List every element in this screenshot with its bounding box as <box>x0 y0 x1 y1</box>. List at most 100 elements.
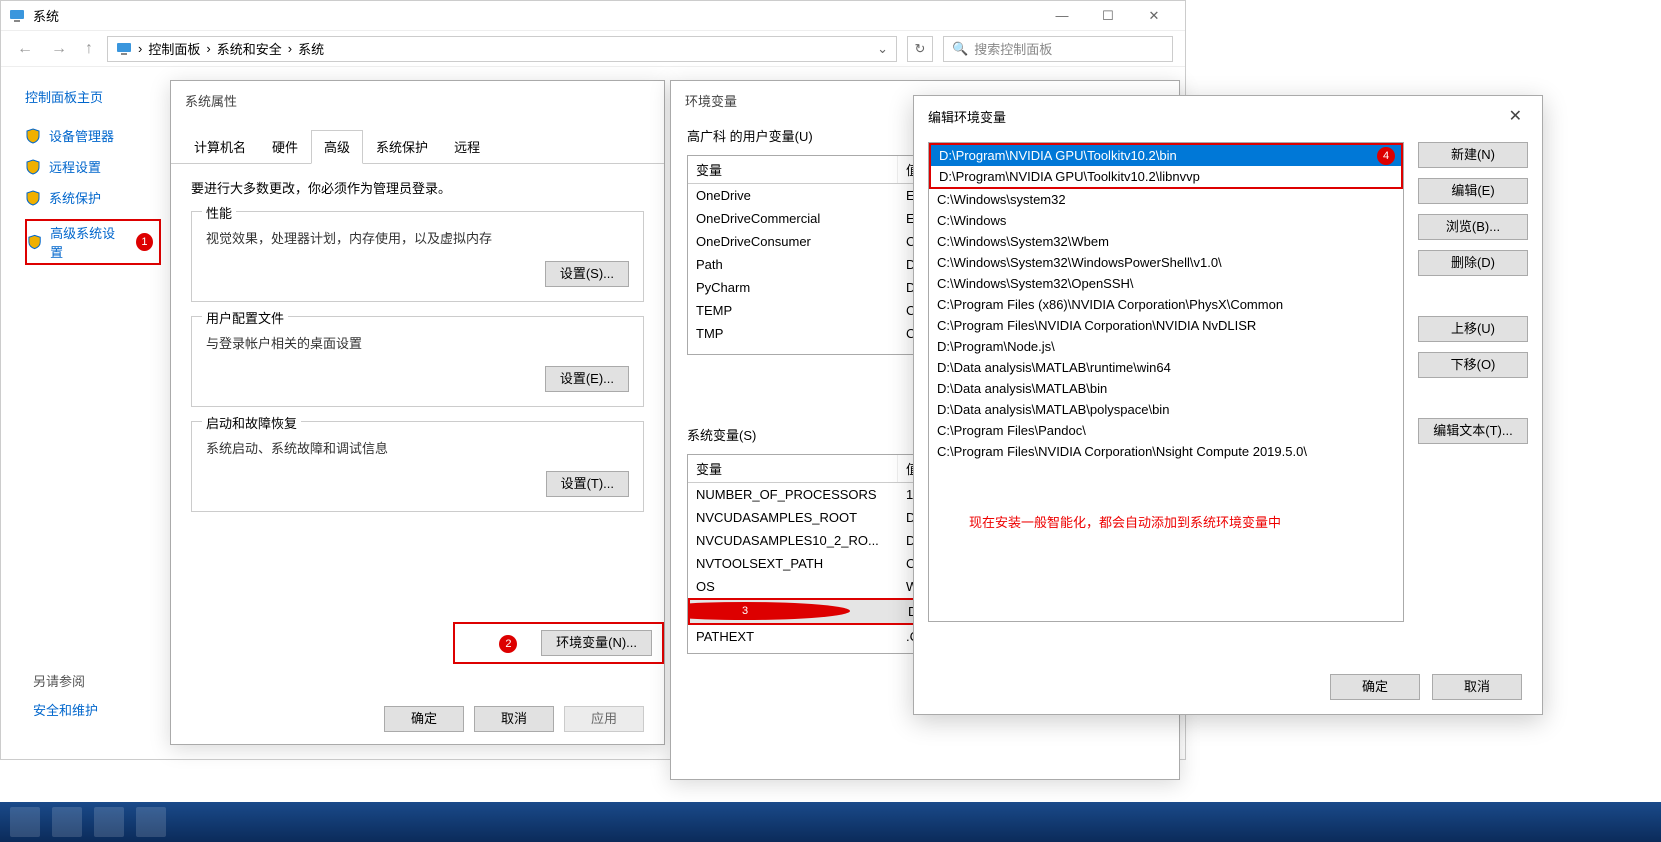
sidebar-title[interactable]: 控制面板主页 <box>25 87 171 106</box>
crumb-sep: › <box>206 41 210 56</box>
see-also: 另请参阅 安全和维护 <box>33 671 98 719</box>
shield-icon <box>25 190 41 206</box>
cancel-button[interactable]: 取消 <box>1432 674 1522 700</box>
crumb-sep: › <box>138 41 142 56</box>
search-input[interactable]: 🔍 搜索控制面板 <box>943 36 1173 62</box>
tab-protection[interactable]: 系统保护 <box>363 130 441 163</box>
ok-button[interactable]: 确定 <box>1330 674 1420 700</box>
var-name: OneDriveCommercial <box>688 209 898 228</box>
group-user-profile: 用户配置文件 与登录帐户相关的桌面设置 设置(E)... <box>191 316 644 407</box>
refresh-button[interactable]: ↻ <box>907 36 933 62</box>
tab-computer-name[interactable]: 计算机名 <box>181 130 259 163</box>
var-name: OneDriveConsumer <box>688 232 898 251</box>
path-item[interactable]: D:\Program\NVIDIA GPU\Toolkitv10.2\libnv… <box>931 166 1401 187</box>
admin-note: 要进行大多数更改，你必须作为管理员登录。 <box>191 178 644 197</box>
env-vars-button[interactable]: 环境变量(N)... <box>541 630 652 656</box>
close-button[interactable]: ✕ <box>1503 106 1528 126</box>
sidebar-item-label: 高级系统设置 <box>50 223 124 261</box>
group-desc: 与登录帐户相关的桌面设置 <box>206 333 629 352</box>
tab-hardware[interactable]: 硬件 <box>259 130 311 163</box>
shield-icon <box>27 234 42 250</box>
taskbar-item[interactable] <box>52 807 82 837</box>
computer-icon <box>116 41 132 57</box>
path-list[interactable]: D:\Program\NVIDIA GPU\Toolkitv10.2\bin D… <box>928 142 1404 622</box>
dialog-title: 编辑环境变量 ✕ <box>914 96 1542 136</box>
edit-env-var-dialog: 编辑环境变量 ✕ D:\Program\NVIDIA GPU\Toolkitv1… <box>913 95 1543 715</box>
annotation-2: 2 <box>499 635 517 653</box>
address-bar: ← → ↑ › 控制面板 › 系统和安全 › 系统 ⌄ ↻ 🔍 搜索控制面板 <box>1 31 1185 67</box>
move-down-button[interactable]: 下移(O) <box>1418 352 1528 378</box>
settings-button-s[interactable]: 设置(S)... <box>545 261 629 287</box>
move-up-button[interactable]: 上移(U) <box>1418 316 1528 342</box>
path-item[interactable]: D:\Data analysis\MATLAB\polyspace\bin <box>929 399 1403 420</box>
sidebar-item-device-manager[interactable]: 设备管理器 <box>25 126 171 145</box>
tab-remote[interactable]: 远程 <box>441 130 493 163</box>
shield-icon <box>25 159 41 175</box>
var-name: Path <box>688 255 898 274</box>
ok-button[interactable]: 确定 <box>384 706 464 732</box>
annotation-4: 4 <box>1377 147 1395 165</box>
crumb-item[interactable]: 系统和安全 <box>217 39 282 58</box>
path-item[interactable]: D:\Data analysis\MATLAB\bin <box>929 378 1403 399</box>
sidebar-item-protection[interactable]: 系统保护 <box>25 188 171 207</box>
dialog-title: 系统属性 <box>171 81 664 120</box>
tab-bar: 计算机名 硬件 高级 系统保护 远程 <box>171 130 664 164</box>
group-performance: 性能 视觉效果，处理器计划，内存使用，以及虚拟内存 设置(S)... <box>191 211 644 302</box>
settings-button-t[interactable]: 设置(T)... <box>546 471 629 497</box>
back-button[interactable]: ← <box>13 40 37 58</box>
settings-button-e[interactable]: 设置(E)... <box>545 366 629 392</box>
path-item[interactable]: D:\Program\NVIDIA GPU\Toolkitv10.2\bin <box>931 145 1401 166</box>
chevron-down-icon[interactable]: ⌄ <box>877 41 888 57</box>
edit-button[interactable]: 编辑(E) <box>1418 178 1528 204</box>
taskbar[interactable] <box>0 802 1661 842</box>
var-name: NUMBER_OF_PROCESSORS <box>688 485 898 504</box>
path-item[interactable]: C:\Windows\System32\Wbem <box>929 231 1403 252</box>
taskbar-item[interactable] <box>10 807 40 837</box>
path-item[interactable]: C:\Program Files\Pandoc\ <box>929 420 1403 441</box>
path-item[interactable]: D:\Data analysis\MATLAB\runtime\win64 <box>929 357 1403 378</box>
annotation-1: 1 <box>136 233 153 251</box>
shield-icon <box>25 128 41 144</box>
var-name: PyCharm <box>688 278 898 297</box>
apply-button[interactable]: 应用 <box>564 706 644 732</box>
var-name: NVCUDASAMPLES_ROOT <box>688 508 898 527</box>
browse-button[interactable]: 浏览(B)... <box>1418 214 1528 240</box>
path-item[interactable]: C:\Windows\system32 <box>929 189 1403 210</box>
path-item[interactable]: C:\Windows\System32\WindowsPowerShell\v1… <box>929 252 1403 273</box>
path-item[interactable]: C:\Program Files\NVIDIA Corporation\NVID… <box>929 315 1403 336</box>
close-button[interactable]: ✕ <box>1131 1 1177 31</box>
delete-button[interactable]: 删除(D) <box>1418 250 1528 276</box>
dialog-footer: 确定 取消 应用 <box>171 706 664 732</box>
crumb-item[interactable]: 控制面板 <box>148 39 200 58</box>
minimize-button[interactable]: — <box>1039 1 1085 31</box>
breadcrumb[interactable]: › 控制面板 › 系统和安全 › 系统 ⌄ <box>107 36 897 62</box>
see-also-link[interactable]: 安全和维护 <box>33 700 98 719</box>
new-button[interactable]: 新建(N) <box>1418 142 1528 168</box>
var-name: OS <box>688 577 898 596</box>
see-also-label: 另请参阅 <box>33 671 98 690</box>
path-item[interactable]: C:\Program Files\NVIDIA Corporation\Nsig… <box>929 441 1403 462</box>
taskbar-item[interactable] <box>94 807 124 837</box>
up-button[interactable]: ↑ <box>81 40 97 58</box>
crumb-sep: › <box>288 41 292 56</box>
path-item[interactable]: C:\Windows <box>929 210 1403 231</box>
system-properties-dialog: 系统属性 计算机名 硬件 高级 系统保护 远程 要进行大多数更改，你必须作为管理… <box>170 80 665 745</box>
tab-advanced[interactable]: 高级 <box>311 130 363 164</box>
path-item[interactable]: C:\Program Files (x86)\NVIDIA Corporatio… <box>929 294 1403 315</box>
crumb-item[interactable]: 系统 <box>298 39 324 58</box>
cancel-button[interactable]: 取消 <box>474 706 554 732</box>
taskbar-item[interactable] <box>136 807 166 837</box>
path-item[interactable]: D:\Program\Node.js\ <box>929 336 1403 357</box>
sidebar-item-label: 远程设置 <box>49 157 101 176</box>
var-name: TEMP <box>688 301 898 320</box>
var-name: NVTOOLSEXT_PATH <box>688 554 898 573</box>
maximize-button[interactable]: ☐ <box>1085 1 1131 31</box>
group-legend: 启动和故障恢复 <box>202 413 301 432</box>
path-item[interactable]: C:\Windows\System32\OpenSSH\ <box>929 273 1403 294</box>
edit-text-button[interactable]: 编辑文本(T)... <box>1418 418 1528 444</box>
dialog-title-text: 编辑环境变量 <box>928 107 1006 126</box>
forward-button[interactable]: → <box>47 40 71 58</box>
sidebar-item-advanced[interactable]: 高级系统设置 1 <box>25 219 161 265</box>
sidebar-item-remote[interactable]: 远程设置 <box>25 157 171 176</box>
col-var: 变量 <box>688 156 898 183</box>
